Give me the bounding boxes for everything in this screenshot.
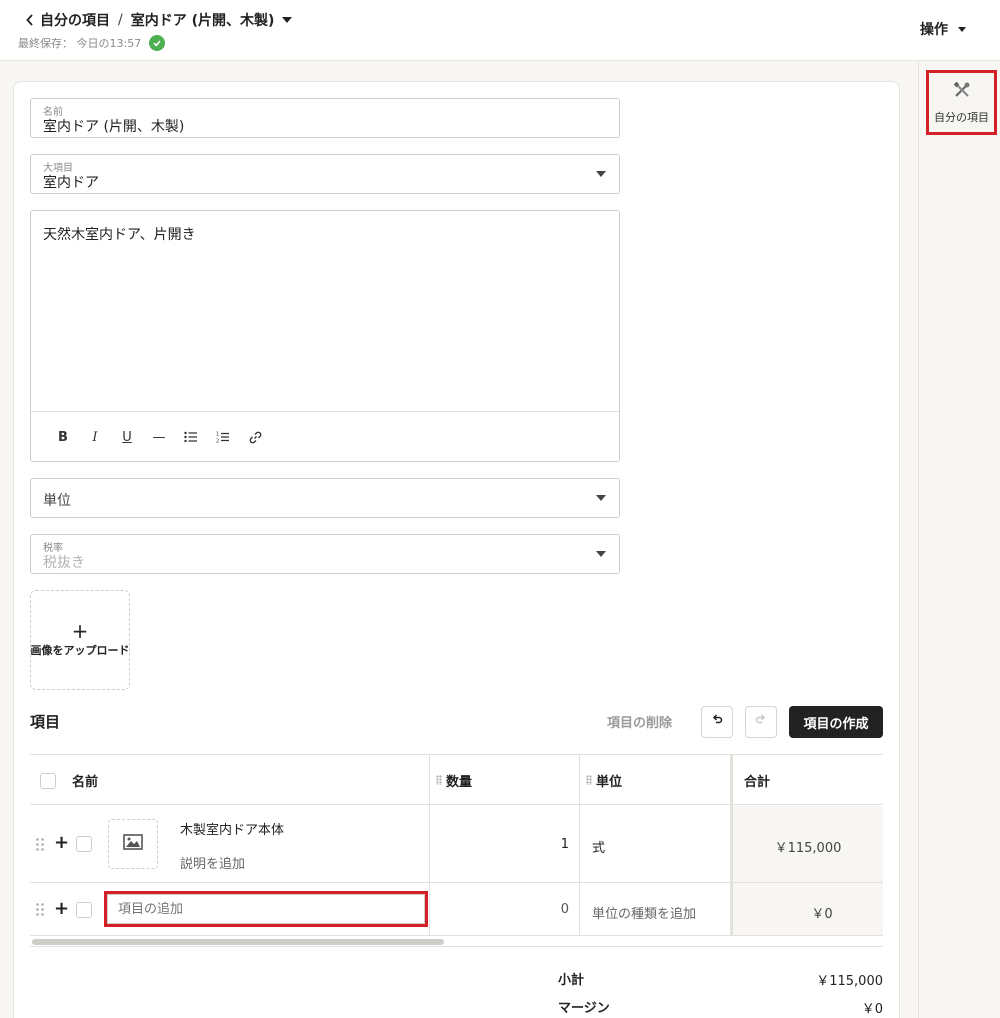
unit-select[interactable]: 単位 xyxy=(30,478,620,518)
column-header-qty[interactable]: 数量 xyxy=(436,755,472,805)
last-saved-text: 最終保存： 今日の13:57 xyxy=(18,37,142,50)
saved-check-icon xyxy=(149,35,166,51)
description-text[interactable]: 天然木室内ドア、片開き xyxy=(43,224,196,244)
column-header-unit-label: 単位 xyxy=(596,774,623,790)
subtotal-label: 小計 xyxy=(558,973,585,988)
upload-image-label: 画像をアップロード xyxy=(30,644,130,657)
last-saved-status: 最終保存： 今日の13:57 xyxy=(18,35,166,51)
row-quantity[interactable]: 1 xyxy=(430,837,569,852)
my-items-button[interactable]: 自分の項目 xyxy=(926,70,997,135)
add-sub-row-icon[interactable]: + xyxy=(54,834,69,852)
margin-value: ￥0 xyxy=(861,1002,883,1017)
name-field-value: 室内ドア (片開、木製) xyxy=(43,119,185,135)
margin-label: マージン xyxy=(558,1001,610,1016)
create-item-button[interactable]: 項目の作成 xyxy=(789,706,883,738)
tax-rate-placeholder: 税抜き xyxy=(43,555,85,571)
plus-icon: + xyxy=(71,619,89,643)
table-horizontal-scrollbar[interactable] xyxy=(32,939,444,945)
row-checkbox[interactable] xyxy=(76,902,92,918)
category-select-value: 室内ドア xyxy=(43,175,99,191)
select-all-checkbox[interactable] xyxy=(40,773,56,789)
undo-icon xyxy=(711,714,723,730)
underline-icon[interactable]: U xyxy=(119,429,135,445)
summary-divider xyxy=(30,946,883,947)
items-table: 名前 数量 単位 合計 + 木製室内ドア本体 説明を追加 1 式 ￥115,00… xyxy=(30,754,883,936)
column-header-unit[interactable]: 単位 xyxy=(586,755,622,805)
breadcrumb: 自分の項目 / 室内ドア (片開、木製) xyxy=(26,10,293,30)
row-image-placeholder[interactable] xyxy=(108,819,158,869)
row-divider xyxy=(30,935,883,936)
upload-image-button[interactable]: + 画像をアップロード xyxy=(30,590,130,690)
redo-button[interactable] xyxy=(745,706,777,738)
numbered-list-icon[interactable]: 12 xyxy=(215,429,231,445)
breadcrumb-separator: / xyxy=(118,12,123,28)
column-header-name[interactable]: 名前 xyxy=(72,755,98,805)
undo-button[interactable] xyxy=(701,706,733,738)
top-bar: 自分の項目 / 室内ドア (片開、木製) 最終保存： 今日の13:57 操作 xyxy=(0,0,1000,61)
add-item-input-highlight xyxy=(104,891,428,927)
add-sub-row-icon[interactable]: + xyxy=(54,900,69,918)
svg-text:1: 1 xyxy=(216,432,219,438)
back-chevron-icon[interactable] xyxy=(26,11,40,29)
italic-icon[interactable]: I xyxy=(87,429,103,445)
tools-icon xyxy=(953,81,971,103)
right-sidebar: 自分の項目 xyxy=(918,61,1000,1018)
column-header-total[interactable]: 合計 xyxy=(744,755,770,805)
actions-dropdown-icon xyxy=(958,26,966,32)
new-row-total: ￥0 xyxy=(811,907,833,922)
my-items-label: 自分の項目 xyxy=(934,110,989,124)
subtotal-value: ￥115,000 xyxy=(816,974,883,989)
new-row-unit-placeholder[interactable]: 単位の種類を追加 xyxy=(592,903,696,922)
add-item-input[interactable] xyxy=(107,894,425,924)
row-description-placeholder[interactable]: 説明を追加 xyxy=(180,853,245,872)
column-drag-handle-icon[interactable] xyxy=(436,775,442,785)
image-icon xyxy=(123,834,143,854)
rich-text-toolbar: B I U — 12 xyxy=(31,411,619,461)
actions-label: 操作 xyxy=(920,22,948,38)
bold-icon[interactable]: B xyxy=(55,429,71,445)
column-divider xyxy=(579,755,580,936)
name-field[interactable]: 名前 室内ドア (片開、木製) xyxy=(30,98,620,138)
row-drag-handle-icon[interactable] xyxy=(35,902,45,918)
new-row-quantity[interactable]: 0 xyxy=(430,902,569,917)
row-item-name[interactable]: 木製室内ドア本体 xyxy=(180,819,284,838)
unit-dropdown-icon xyxy=(596,495,606,501)
column-header-qty-label: 数量 xyxy=(446,774,473,790)
svg-text:2: 2 xyxy=(216,439,219,444)
tax-rate-dropdown-icon xyxy=(596,551,606,557)
description-editor[interactable]: 天然木室内ドア、片開き B I U — 12 xyxy=(30,210,620,462)
row-divider xyxy=(30,882,883,883)
category-dropdown-icon xyxy=(596,171,606,177)
link-icon[interactable] xyxy=(247,429,263,445)
row-total: ￥115,000 xyxy=(774,841,842,856)
row-drag-handle-icon[interactable] xyxy=(35,837,45,853)
redo-icon xyxy=(755,714,767,730)
row-unit[interactable]: 式 xyxy=(592,837,605,856)
horizontal-rule-icon[interactable]: — xyxy=(151,429,167,445)
delete-items-button[interactable]: 項目の削除 xyxy=(607,712,672,731)
breadcrumb-parent[interactable]: 自分の項目 xyxy=(40,10,110,30)
bullet-list-icon[interactable] xyxy=(183,429,199,445)
title-dropdown-icon[interactable] xyxy=(282,17,293,23)
unit-select-placeholder: 単位 xyxy=(43,493,71,509)
page-title: 室内ドア (片開、木製) xyxy=(130,13,275,29)
column-drag-handle-icon[interactable] xyxy=(586,775,592,785)
items-section-title: 項目 xyxy=(30,713,61,731)
category-select[interactable]: 大項目 室内ドア xyxy=(30,154,620,194)
tax-rate-select[interactable]: 税率 税抜き xyxy=(30,534,620,574)
row-checkbox[interactable] xyxy=(76,836,92,852)
actions-menu-button[interactable]: 操作 xyxy=(920,19,966,39)
